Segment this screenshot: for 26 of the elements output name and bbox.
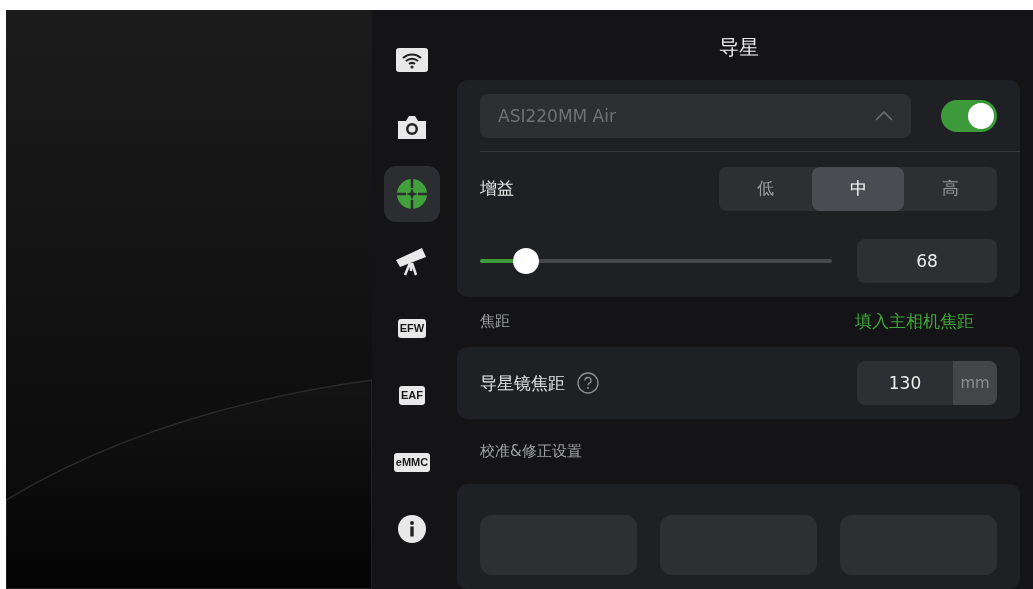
sidebar-item[interactable]: EFW [384, 300, 440, 356]
eaf-icon: EAF [399, 385, 425, 405]
page-title: 导星 [717, 34, 760, 61]
sidebar-item[interactable] [384, 166, 440, 222]
section-label: 校准&修正设置 [480, 442, 582, 461]
enable-toggle[interactable] [941, 99, 997, 132]
sidebar-item[interactable]: EAF [384, 367, 440, 423]
gain-label: 增益 [480, 177, 514, 201]
slider-thumb[interactable] [512, 247, 539, 274]
sidebar-item[interactable]: eMMC [384, 434, 440, 490]
fill-focal-link[interactable]: 填入主相机焦距 [855, 310, 974, 334]
crosshair-icon [396, 178, 428, 210]
efw-icon: EFW [397, 318, 427, 338]
help-icon[interactable] [577, 372, 599, 395]
caret-icon [875, 110, 893, 121]
section-label: 焦距 [480, 312, 510, 332]
info-icon [397, 514, 427, 544]
gain-option[interactable]: 低 [719, 166, 812, 211]
emmc-icon: eMMC [393, 452, 431, 472]
wifi-icon [396, 48, 428, 72]
gain-value-field[interactable]: 68 [857, 238, 997, 283]
gain-slider[interactable] [480, 247, 832, 274]
focal-length-label: 导星镜焦距 [480, 371, 565, 395]
gain-option[interactable]: 中 [811, 166, 905, 211]
camera-icon [396, 113, 428, 141]
gain-option[interactable]: 高 [904, 166, 997, 211]
